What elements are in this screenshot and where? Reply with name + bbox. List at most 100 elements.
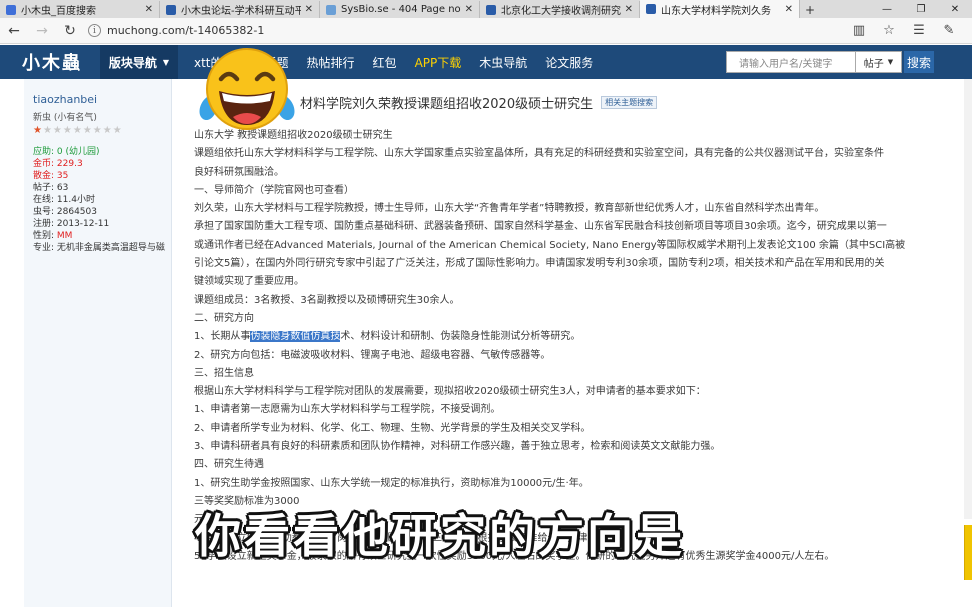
post-paragraph: 承担了国家国防重大工程专项、国防重点基础科研、武器装备预研、国家自然科学基金、山… (194, 221, 887, 233)
browser-toolbar: ▥ ☆ ☰ ✎ ⇪ ⋯ (844, 23, 972, 38)
browser-tab-bar: 小木虫_百度搜索 ✕ 小木虫论坛-学术科研互动平 ✕ SysBio.se - 404 P… (0, 0, 972, 18)
author-stat: 虫号: 2864503 (33, 206, 171, 218)
address-bar: ← → ↻ i muchong.com/t-14065382-1 ▥ ☆ ☰ ✎… (0, 18, 972, 44)
reload-icon[interactable]: ↻ (56, 18, 84, 44)
page-scrollbar[interactable] (964, 79, 972, 519)
tab-title: SysBio.se - 404 Page not fou (341, 4, 461, 15)
author-stat: 专业: 无机非金属类高温超导与磁 (33, 242, 171, 254)
author-stat-label: 在线: (33, 195, 57, 205)
forward-icon[interactable]: → (28, 18, 56, 44)
tab-close-icon[interactable]: ✕ (465, 4, 473, 15)
new-tab-button[interactable]: + (800, 1, 820, 18)
browser-tab[interactable]: SysBio.se - 404 Page not fou ✕ (320, 1, 480, 18)
author-stat-label: 应助: (33, 147, 57, 157)
tab-close-icon[interactable]: ✕ (305, 4, 313, 15)
tab-title: 山东大学材料学院刘久务 (661, 5, 771, 17)
author-stat-value: 63 (56, 183, 69, 193)
browser-tab[interactable]: 小木虫_百度搜索 ✕ (0, 1, 160, 18)
caret-down-icon: ▼ (887, 58, 894, 66)
tab-favicon-icon (486, 4, 496, 15)
pen-icon[interactable]: ✎ (934, 23, 964, 38)
author-name[interactable]: tiaozhanbei (33, 93, 171, 106)
author-stat-value: 2013-12-11 (56, 219, 110, 229)
post-paragraph: 良好科研氛围融洽。 (194, 166, 284, 178)
author-stat: 注册: 2013-12-11 (33, 218, 171, 230)
site-logo[interactable]: 小木蟲 (0, 49, 100, 75)
author-stat-label: 注册: (33, 219, 57, 229)
post-paragraph: 2、申请者所学专业为材料、化学、化工、物理、生物、光学背景的学生及相关交叉学科。 (194, 422, 591, 434)
author-stat-value: MM (56, 231, 73, 241)
tab-title: 小木虫_百度搜索 (21, 6, 96, 17)
tab-favicon-icon (326, 4, 336, 15)
search-button[interactable]: 搜索 (904, 51, 934, 73)
menu-item[interactable]: 热帖排行 (307, 54, 355, 71)
author-stat-label: 性别: (33, 231, 57, 241)
post-title-row: 材料学院刘久荣教授课题组招收2020级硕士研究生 相关主题搜索 (194, 91, 932, 113)
text-run: 术、材料设计和研制、伪装隐身性能测试分析等研究。 (340, 331, 581, 343)
side-ad-strip[interactable] (964, 525, 972, 580)
post-paragraph: 一、导师简介（学院官网也可查看） (194, 184, 354, 196)
author-stats: 应助: 0 (幼儿园) 金币: 229.3 散金: 35 帖子: 63 在线: 11.4… (33, 146, 171, 254)
author-stat: 帖子: 63 (33, 182, 171, 194)
post-paragraph: 课题组依托山东大学材料科学与工程学院、山东大学国家重点实验室晶体所，具有充足的科… (194, 148, 884, 160)
site-header: 小木蟲 版块导航 ▼ xtt的最新话题热帖排行红包APP下载木虫导航论文服务 请… (0, 45, 972, 79)
post-paragraph: 课题组成员：3名教授、3名副教授以及硕博研究生30余人。 (194, 294, 460, 306)
author-stat-value: 0 (幼儿园) (56, 147, 100, 157)
author-stat-value: 11.4小时 (56, 195, 95, 205)
author-stat-label: 散金: (33, 171, 57, 181)
post-paragraph: 键领域实现了重要应用。 (194, 276, 304, 288)
post-paragraph: 引论文5篇），在国内外同行研究专家中引起了广泛关注，形成了国际性影响力。申请国家… (194, 258, 885, 270)
hub-icon[interactable]: ☰ (904, 23, 934, 38)
post-paragraph: 二、研究方向 (194, 312, 254, 324)
selected-text: 伪装隐身数值仿真技 (250, 331, 341, 343)
caret-down-icon: ▼ (162, 57, 170, 67)
author-stat: 性别: MM (33, 230, 171, 242)
search-input[interactable]: 请输入用户名/关键字 (726, 51, 856, 73)
reading-view-icon[interactable]: ▥ (844, 23, 874, 38)
author-title: 新虫 (小有名气) (33, 113, 97, 123)
url-text: muchong.com/t-14065382-1 (107, 24, 265, 37)
browser-tab[interactable]: 山东大学材料学院刘久务 ✕ (640, 0, 800, 18)
author-panel: tiaozhanbei 新虫 (小有名气) ★★★★★★★★★ 应助: 0 (幼… (24, 79, 172, 607)
post-paragraph: 根据山东大学材料科学与工程学院对团队的发展需要，现拟招收2020级硕士研究生3人… (194, 386, 706, 398)
post-paragraph: 刘久荣，山东大学材料与工程学院教授，博士生导师，山东大学“齐鲁青年学者”特聘教授… (194, 203, 825, 215)
author-stat-label: 金币: (33, 159, 57, 169)
tab-close-icon[interactable]: ✕ (145, 4, 153, 15)
back-icon[interactable]: ← (0, 18, 28, 44)
browser-tab[interactable]: 北京化工大学接收调剂研究 ✕ (480, 1, 640, 18)
board-nav-label: 版块导航 (108, 55, 157, 70)
author-stat: 在线: 11.4小时 (33, 194, 171, 206)
menu-item[interactable]: 红包 (373, 54, 397, 71)
minimize-button[interactable]: — (870, 0, 904, 18)
post-paragraph: 1、研究生助学金按照国家、山东大学统一规定的标准执行，资助标准为10000元/生… (194, 477, 589, 489)
url-field[interactable]: i muchong.com/t-14065382-1 (84, 21, 844, 41)
author-stat-value: 35 (56, 171, 69, 181)
video-subtitle: 你看看他研究的方向是 (195, 509, 685, 563)
post-title: 材料学院刘久荣教授课题组招收2020级硕士研究生 (300, 96, 594, 112)
site-info-icon[interactable]: i (88, 24, 101, 37)
tears-of-joy-emoji-icon (199, 48, 295, 130)
author-stat-value: 2864503 (56, 207, 97, 217)
favorite-star-icon[interactable]: ☆ (874, 23, 904, 38)
browser-tab[interactable]: 小木虫论坛-学术科研互动平 ✕ (160, 1, 320, 18)
window-controls: — ❐ ✕ (870, 0, 972, 18)
board-nav-button[interactable]: 版块导航 ▼ (100, 45, 178, 79)
tab-close-icon[interactable]: ✕ (785, 4, 793, 15)
menu-item[interactable]: 论文服务 (545, 54, 593, 71)
restore-button[interactable]: ❐ (904, 0, 938, 18)
author-stat-label: 虫号: (33, 207, 57, 217)
menu-item[interactable]: 木虫导航 (479, 54, 527, 71)
share-icon[interactable]: ⇪ (964, 23, 972, 38)
tab-close-icon[interactable]: ✕ (625, 4, 633, 15)
author-rank-stars: ★★★★★★★★★ (33, 125, 123, 136)
post-paragraph: 四、研究生待遇 (194, 459, 264, 471)
author-stat: 应助: 0 (幼儿园) (33, 146, 171, 158)
search-scope-select[interactable]: 帖子 ▼ (856, 51, 902, 73)
author-stat-label: 帖子: (33, 183, 57, 193)
author-stat-value: 229.3 (56, 159, 83, 169)
post-paragraph: 1、长期从事伪装隐身数值仿真技术、材料设计和研制、伪装隐身性能测试分析等研究。 (194, 328, 932, 346)
author-stat-label: 专业: (33, 243, 57, 253)
menu-item[interactable]: APP下载 (415, 54, 462, 71)
close-window-button[interactable]: ✕ (938, 0, 972, 18)
related-search-button[interactable]: 相关主题搜索 (601, 95, 658, 109)
